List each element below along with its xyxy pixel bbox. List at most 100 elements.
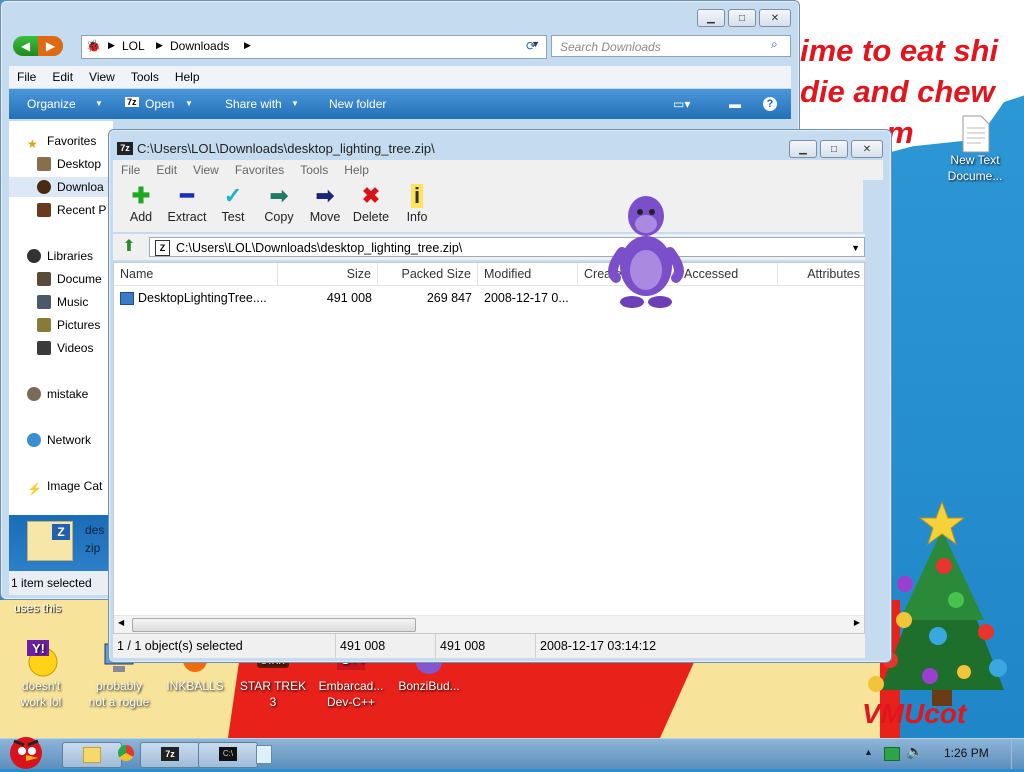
battery-icon[interactable] (884, 747, 900, 761)
taskbar-notepad-button[interactable] (234, 742, 290, 766)
maximize-button[interactable]: □ (820, 140, 848, 158)
column-name[interactable]: Name (114, 263, 278, 285)
new-folder-button[interactable]: New folder (329, 97, 386, 111)
breadcrumb-arrow-icon[interactable]: ▶ (156, 40, 163, 51)
minimize-button[interactable]: ▁ (697, 9, 725, 27)
volume-icon[interactable]: 🔈 (906, 743, 923, 760)
preview-pane-icon[interactable]: ▬ (729, 97, 741, 111)
menu-view[interactable]: View (81, 70, 123, 84)
breadcrumb-item-downloads[interactable]: Downloads (170, 39, 229, 53)
menu-help[interactable]: Help (167, 70, 208, 84)
search-icon[interactable]: ⌕ (771, 37, 778, 52)
minimize-button[interactable]: ▁ (789, 140, 817, 158)
nav-music[interactable]: Music (37, 292, 88, 312)
text-document-icon (955, 112, 995, 153)
menu-file[interactable]: File (9, 70, 44, 84)
horizontal-scrollbar[interactable]: ◀ ▶ (114, 615, 864, 633)
column-attributes[interactable]: Attributes (778, 263, 866, 285)
forward-arrow-icon[interactable]: ▶ (38, 36, 63, 56)
menu-tools[interactable]: Tools (123, 70, 167, 84)
taskbar-7zip-button[interactable]: 7z (140, 742, 200, 768)
scroll-left-icon[interactable]: ◀ (118, 618, 124, 627)
back-arrow-icon[interactable]: ◀ (13, 36, 38, 56)
bonzi-buddy-character[interactable] (604, 192, 688, 310)
file-name: DesktopLightingTree.... (138, 291, 267, 305)
nav-pictures[interactable]: Pictures (37, 315, 100, 335)
desktop-icon-text-file[interactable]: New Text Docume... (934, 112, 1016, 184)
scroll-right-icon[interactable]: ▶ (854, 618, 860, 627)
chevron-down-icon: ▼ (291, 99, 299, 108)
start-button[interactable] (4, 731, 52, 769)
menu-edit[interactable]: Edit (44, 70, 81, 84)
nav-label: Music (57, 295, 89, 309)
test-button[interactable]: ✓ Test (209, 184, 257, 225)
7zip-icon: 7z (161, 747, 179, 761)
menu-file[interactable]: File (113, 163, 148, 177)
column-size[interactable]: Size (278, 263, 378, 285)
clock[interactable]: 1:26 PM (944, 746, 989, 760)
7zip-file-manager-window[interactable]: 7z C:\Users\LOL\Downloads\desktop_lighti… (108, 129, 892, 663)
breadcrumb-item-lol[interactable]: LOL (122, 39, 145, 53)
delete-button[interactable]: ✖ Delete (347, 184, 395, 225)
nav-videos[interactable]: Videos (37, 338, 93, 358)
libraries-icon (27, 249, 41, 263)
nav-recent[interactable]: Recent P (37, 200, 106, 220)
nav-image-catalog[interactable]: ⚡ Image Cat (27, 476, 102, 496)
copy-button[interactable]: ➡ Copy (255, 183, 303, 225)
nav-mistake[interactable]: mistake (27, 384, 88, 404)
desktop-icon-yahoo[interactable]: Y! doesn't work lol (0, 638, 82, 710)
nav-label: Docume (57, 272, 102, 286)
nav-desktop[interactable]: Desktop (37, 154, 101, 174)
column-accessed[interactable]: Accessed (678, 263, 778, 285)
nav-libraries[interactable]: Libraries (27, 246, 93, 266)
add-button[interactable]: ✚ Add (117, 184, 165, 225)
desktop-icon-label: New Text Docume... (947, 153, 1003, 183)
menu-tools[interactable]: Tools (292, 163, 336, 177)
column-modified[interactable]: Modified (478, 263, 578, 285)
desktop-icon-label: Embarcad... Dev-C++ (318, 679, 384, 709)
menu-favorites[interactable]: Favorites (227, 163, 292, 177)
open-button[interactable]: Open (145, 97, 174, 111)
organize-button[interactable]: Organize (27, 97, 76, 111)
nav-network[interactable]: Network (27, 430, 91, 450)
zip-badge-icon: Z (52, 524, 70, 540)
info-button[interactable]: i Info (393, 184, 441, 225)
folder-bug-icon: 🐞 (86, 39, 101, 53)
desktop-icon-label: BonziBud... (398, 679, 460, 693)
close-button[interactable]: ✕ (851, 140, 883, 158)
menu-edit[interactable]: Edit (148, 163, 185, 177)
folder-up-icon[interactable]: ⬆ (119, 237, 139, 257)
maximize-button[interactable]: □ (728, 9, 756, 27)
copy-arrow-icon: ➡ (269, 183, 289, 208)
close-button[interactable]: ✕ (759, 9, 791, 27)
nav-label: Image Cat (47, 479, 103, 493)
notepad-icon (256, 745, 272, 764)
scrollbar-thumb[interactable] (132, 618, 416, 632)
button-label: Test (221, 210, 245, 224)
menu-view[interactable]: View (185, 163, 227, 177)
desktop-icon-label: probably not a rogue (88, 679, 150, 709)
move-button[interactable]: ➡ Move (301, 184, 349, 225)
search-input[interactable]: Search Downloads (551, 35, 791, 57)
zip-file-list[interactable]: Name Size Packed Size Modified Created A… (113, 262, 865, 634)
svg-text:Y!: Y! (32, 641, 45, 656)
help-icon[interactable]: ? (763, 97, 777, 111)
table-row[interactable]: DesktopLightingTree.... 491 008 269 847 … (114, 287, 864, 309)
zip-file-small-icon: Z (155, 240, 170, 256)
column-packed-size[interactable]: Packed Size (378, 263, 478, 285)
breadcrumb-arrow-icon[interactable]: ▶ (108, 40, 115, 51)
address-bar[interactable]: 🐞 ▶ LOL ▶ Downloads ▶ ▼ (81, 35, 547, 59)
extract-button[interactable]: ━ Extract (163, 184, 211, 225)
nav-downloads[interactable]: Downloa (9, 177, 113, 197)
nav-documents[interactable]: Docume (37, 269, 102, 289)
view-options-icon[interactable]: ▭▾ (673, 97, 690, 111)
refresh-icon[interactable]: ⟳ (519, 35, 543, 57)
menu-help[interactable]: Help (336, 163, 377, 177)
show-hidden-icons-icon[interactable]: ▲ (864, 747, 873, 757)
chevron-down-icon[interactable]: ▼ (851, 238, 860, 258)
nav-favorites[interactable]: ★ Favorites (27, 131, 96, 151)
breadcrumb-arrow-icon[interactable]: ▶ (244, 40, 251, 51)
share-with-button[interactable]: Share with (225, 97, 282, 111)
zip-address-bar[interactable]: Z C:\Users\LOL\Downloads\desktop_lightin… (149, 237, 865, 257)
show-desktop-button[interactable] (1011, 739, 1024, 769)
